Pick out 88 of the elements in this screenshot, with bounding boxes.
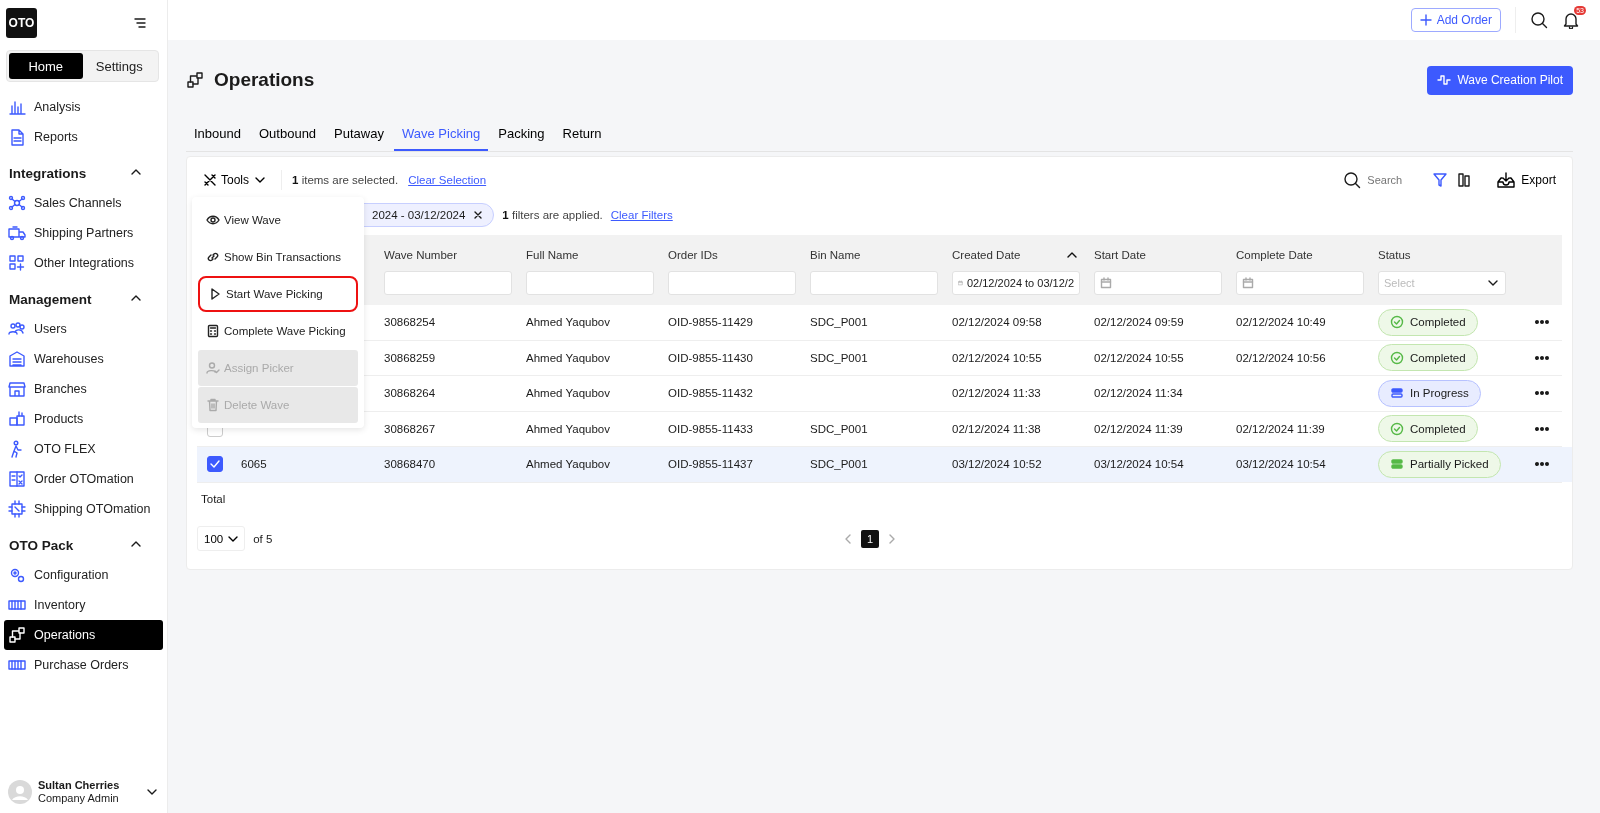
table-cell-text: 30868267 — [383, 421, 437, 437]
table-cell-text: 02/12/2024 11:34 — [1093, 386, 1184, 402]
table-cell-text: 30868259 — [383, 350, 437, 366]
nav-item[interactable]: Inventory — [4, 590, 163, 620]
table-cell-text: 02/12/2024 11:38 — [951, 421, 1042, 437]
page-button[interactable]: 1 — [861, 529, 879, 548]
table-cell-text: 30868254 — [383, 315, 437, 331]
column-header[interactable]: Complete Date — [1236, 249, 1313, 261]
tab[interactable]: Packing — [490, 120, 553, 151]
status-badge: Completed — [1378, 344, 1478, 372]
table-cell-text: 02/12/2024 10:49 — [1235, 315, 1327, 331]
table-cell-text: OID-9855-11429 — [667, 315, 754, 331]
nav-item[interactable]: Shipping OTOmation — [4, 494, 163, 524]
tab[interactable]: Wave Picking — [394, 120, 489, 151]
nav-item[interactable]: Branches — [4, 374, 163, 404]
table-cell-text: OID-9855-11430 — [667, 350, 754, 366]
nav-item[interactable]: Configuration — [4, 560, 163, 590]
page-count: of 5 — [253, 532, 273, 545]
table-cell-text: OID-9855-11432 — [667, 386, 754, 402]
table-cell-text: SDC_P001 — [809, 315, 869, 331]
date-filter-field[interactable]: 02/12/2024 to 03/12/2 — [952, 271, 1080, 295]
column-header[interactable]: Created Date — [952, 249, 1021, 261]
table-cell: 6065 — [241, 458, 267, 471]
tab[interactable]: Inbound — [186, 120, 249, 151]
table-cell-text: Ahmed Yaqubov — [525, 315, 611, 331]
status-badge: Partially Picked — [1378, 450, 1501, 478]
menu-item[interactable]: Show Bin Transactions — [198, 239, 358, 275]
export-button[interactable]: Export — [1491, 171, 1562, 189]
table-cell-text: 02/12/2024 11:33 — [951, 386, 1042, 402]
section-title: Integrations — [9, 165, 87, 181]
add-order-button[interactable]: Add Order — [1410, 8, 1501, 32]
menu-item[interactable]: Start Wave Picking — [198, 276, 358, 312]
nav-item[interactable]: OTO FLEX — [4, 434, 163, 464]
column-header[interactable]: Wave Number — [384, 249, 458, 261]
user-name: Sultan Cherries — [38, 779, 121, 792]
table-cell-text: 02/12/2024 10:55 — [1093, 350, 1185, 366]
mode-tab[interactable]: Home — [9, 53, 83, 79]
menu-item[interactable]: Complete Wave Picking — [198, 313, 358, 349]
menu-item[interactable]: View Wave — [198, 202, 358, 238]
section-title: Management — [9, 291, 92, 307]
nav-item[interactable]: Sales Channels — [4, 188, 163, 218]
column-header[interactable]: Full Name — [526, 249, 579, 261]
status-badge: In Progress — [1378, 379, 1481, 407]
nav-item[interactable]: Products — [4, 404, 163, 434]
table-cell-text: Ahmed Yaqubov — [525, 350, 611, 366]
column-header[interactable]: Start Date — [1094, 249, 1146, 261]
column-header[interactable]: Bin Name — [810, 249, 861, 261]
mode-tab[interactable]: Settings — [82, 53, 156, 79]
table-cell-text: Ahmed Yaqubov — [525, 421, 611, 437]
table-cell-text: SDC_P001 — [809, 421, 869, 437]
page-title: Operations — [214, 69, 315, 91]
selection-text: 1 items are selected. — [292, 174, 399, 186]
logo: OTO — [6, 8, 37, 38]
nav-item[interactable]: Shipping Partners — [4, 218, 163, 248]
table-cell-text: SDC_P001 — [809, 350, 869, 366]
tab[interactable]: Putaway — [326, 120, 392, 151]
tab[interactable]: Return — [554, 120, 610, 151]
table-cell-text: OID-9855-11433 — [667, 421, 754, 437]
status-badge: Completed — [1378, 308, 1478, 336]
table-cell-text: 02/12/2024 11:39 — [1235, 421, 1326, 437]
table-cell-text: Ahmed Yaqubov — [525, 386, 611, 402]
nav-item[interactable]: Order OTOmation — [4, 464, 163, 494]
status-badge: Completed — [1378, 415, 1478, 443]
section-title: OTO Pack — [9, 537, 74, 553]
column-header[interactable]: Status — [1378, 249, 1411, 261]
nav-item[interactable]: Warehouses — [4, 344, 163, 374]
table-cell-text: 02/12/2024 09:59 — [1093, 315, 1185, 331]
nav-item[interactable]: Other Integrations — [4, 248, 163, 278]
table-cell-text: 02/12/2024 11:39 — [1093, 421, 1184, 437]
wave-creation-pilot-button[interactable]: Wave Creation Pilot — [1427, 65, 1573, 95]
filters-text: 1 filters are applied. — [502, 209, 603, 221]
nav-item[interactable]: Users — [4, 314, 163, 344]
column-header[interactable]: Order IDs — [668, 249, 718, 261]
total-label: Total — [200, 491, 227, 507]
nav-item[interactable]: Analysis — [4, 92, 163, 122]
table-cell-text: 02/12/2024 10:55 — [951, 350, 1043, 366]
nav-item[interactable]: Operations — [4, 620, 163, 650]
nav-item[interactable]: Purchase Orders — [4, 650, 163, 680]
tab[interactable]: Outbound — [251, 120, 325, 151]
table-cell-text: 02/12/2024 09:58 — [951, 315, 1043, 331]
clear-filters-link[interactable]: Clear Filters — [610, 209, 673, 221]
clear-selection-link[interactable]: Clear Selection — [408, 174, 487, 186]
page-size-select[interactable]: 100 — [197, 526, 246, 551]
tools-button[interactable]: Tools — [197, 173, 271, 187]
user-role: Company Admin — [38, 792, 120, 805]
table-cell-text: 30868264 — [383, 386, 437, 402]
table-cell-text: 02/12/2024 10:56 — [1235, 350, 1327, 366]
nav-item[interactable]: Reports — [4, 122, 163, 152]
